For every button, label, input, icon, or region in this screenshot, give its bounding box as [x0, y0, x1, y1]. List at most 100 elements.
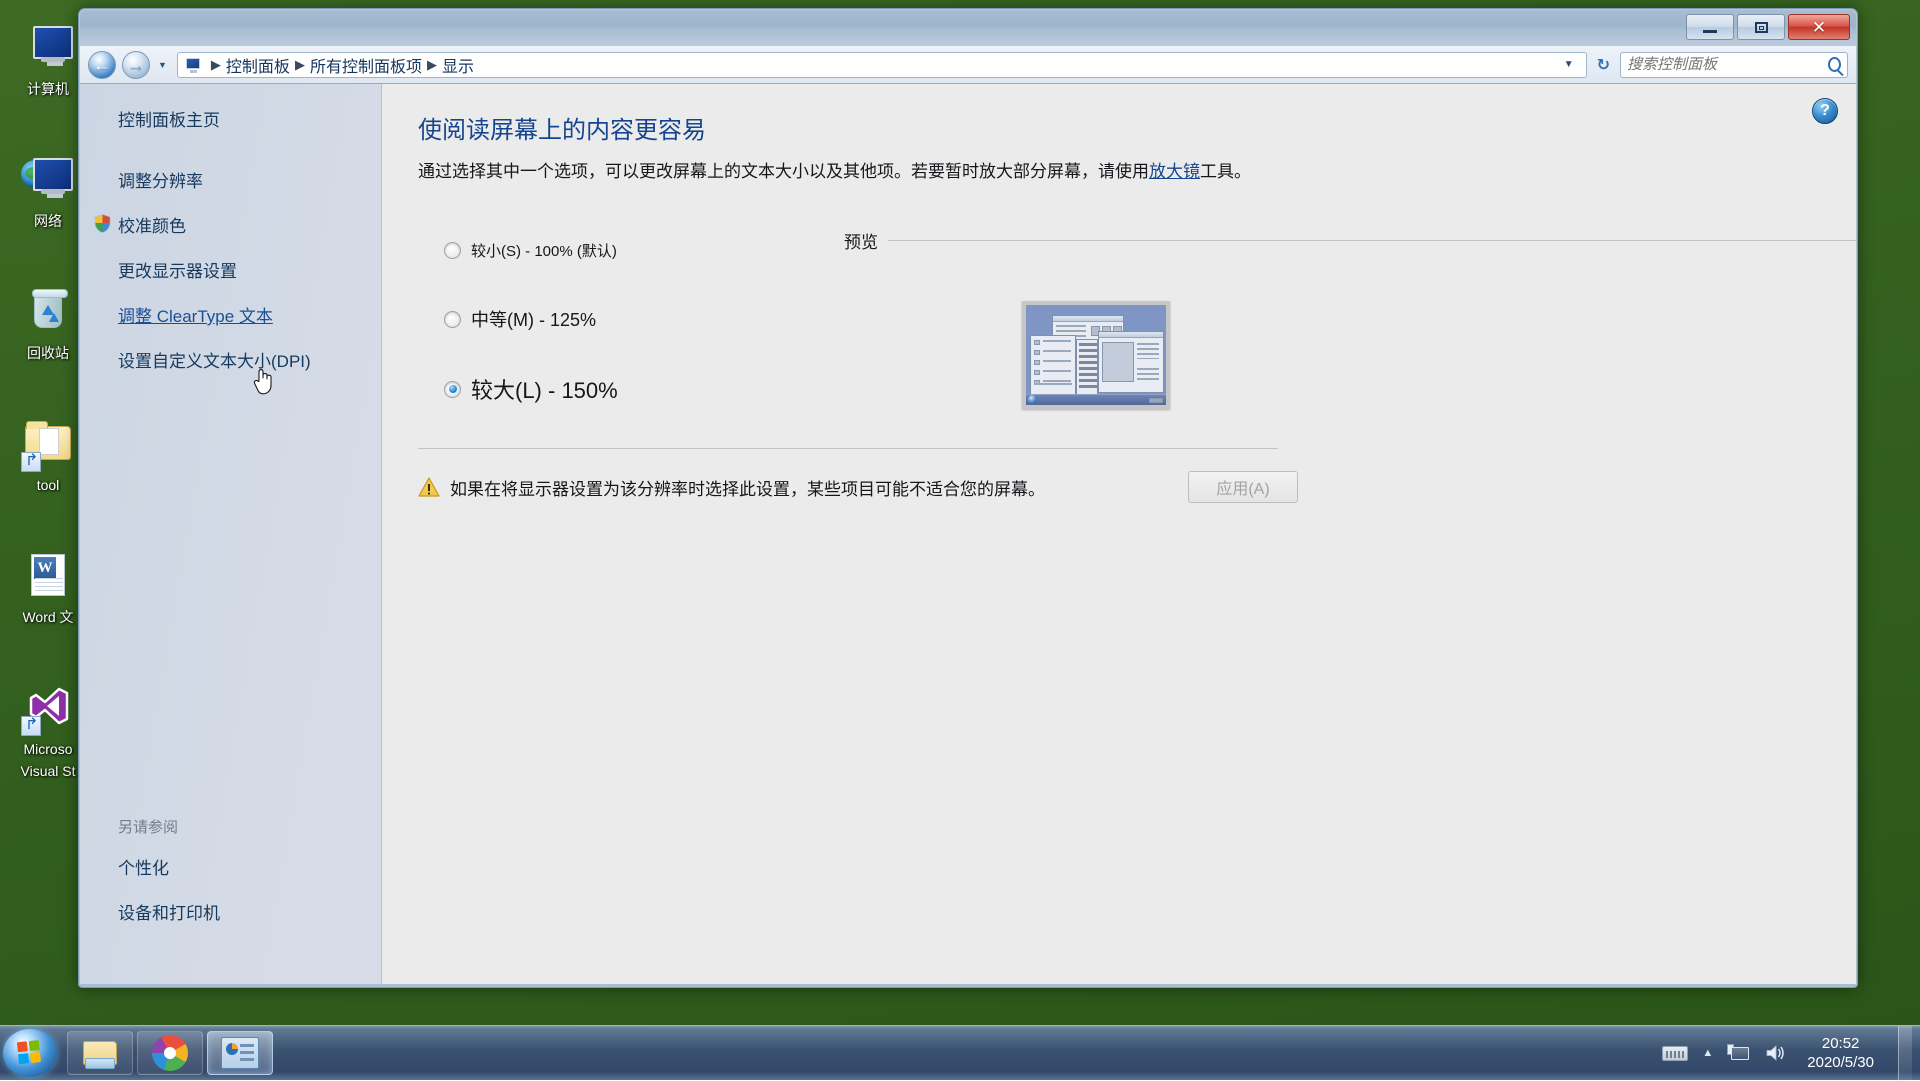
taskbar: ▲ 20:52 2020/5/30: [0, 1025, 1920, 1080]
shortcut-arrow-icon: [21, 716, 41, 736]
sidebar-item-adjust-resolution[interactable]: 调整分辨率: [80, 167, 381, 192]
radio-option-smaller[interactable]: 较小(S) - 100% (默认): [444, 228, 818, 272]
sidebar-item-calibrate-color[interactable]: 校准颜色: [80, 212, 381, 237]
description-text-part2: 工具。: [1200, 162, 1251, 181]
sidebar-item-label: 调整分辨率: [118, 172, 203, 191]
radio-label: 较小(S) - 100% (默认): [471, 240, 617, 261]
section-divider: [888, 240, 1856, 241]
page-description: 通过选择其中一个选项，可以更改屏幕上的文本大小以及其他项。若要暂时放大部分屏幕，…: [418, 158, 1278, 186]
shortcut-arrow-icon: [21, 452, 41, 472]
taskbar-button-control-panel[interactable]: [207, 1031, 273, 1075]
browser-icon: [152, 1035, 188, 1071]
radio-option-larger[interactable]: 较大(L) - 150%: [444, 366, 818, 412]
forward-button[interactable]: →: [122, 51, 150, 79]
control-panel-window: ✕ ← → ▼ ▶ 控制面板 ▶ 所有控制面板项 ▶ 显示: [78, 8, 1858, 988]
options-section: 较小(S) - 100% (默认) 中等(M) - 125% 较大(L) - 1…: [418, 228, 1856, 412]
radio-label: 较大(L) - 150%: [471, 373, 618, 405]
breadcrumb-separator-icon: ▶: [208, 57, 224, 73]
show-desktop-button[interactable]: [1898, 1026, 1912, 1081]
radio-indicator-selected: [444, 381, 461, 398]
show-hidden-icons-chevron-icon[interactable]: ▲: [1702, 1047, 1713, 1059]
preview-title: 预览: [844, 228, 878, 253]
window-body: 控制面板主页 调整分辨率 校准颜色: [80, 84, 1856, 984]
clock[interactable]: 20:52 2020/5/30: [1801, 1034, 1874, 1072]
history-dropdown-icon[interactable]: ▼: [156, 60, 169, 70]
desktop-icon-label: Word 文: [22, 609, 73, 626]
sidebar-footer: 另请参阅 个性化 设备和打印机: [80, 816, 381, 984]
breadcrumb-separator-icon: ▶: [424, 57, 440, 73]
magnifier-link[interactable]: 放大镜: [1149, 162, 1200, 181]
minimize-icon: [1703, 30, 1717, 33]
visual-studio-icon: [21, 682, 75, 736]
control-panel-icon: [184, 57, 202, 73]
sidebar-item-change-display-settings[interactable]: 更改显示器设置: [80, 257, 381, 282]
breadcrumb-item-display[interactable]: 显示: [442, 53, 474, 77]
sidebar-item-label: 更改显示器设置: [118, 262, 237, 281]
breadcrumb-dropdown-icon[interactable]: ▼: [1558, 59, 1580, 70]
sidebar-item-adjust-cleartype-text[interactable]: 调整 ClearType 文本: [80, 302, 381, 327]
sidebar-item-devices-and-printers[interactable]: 设备和打印机: [80, 899, 381, 924]
radio-indicator: [444, 311, 461, 328]
breadcrumb-item-control-panel[interactable]: 控制面板: [226, 53, 290, 77]
desktop-icon-label: tool: [37, 477, 60, 494]
desktop-background: 计算机 网络 回收站 tool W: [0, 0, 1920, 1080]
network-icon: [21, 154, 75, 208]
see-also-title: 另请参阅: [80, 816, 381, 837]
preview-header: 预览: [844, 228, 1856, 253]
section-divider: [418, 448, 1278, 449]
sidebar-item-label: 调整 ClearType 文本: [118, 307, 273, 326]
desktop-icon-label: 回收站: [27, 345, 69, 362]
dpi-radio-group: 较小(S) - 100% (默认) 中等(M) - 125% 较大(L) - 1…: [418, 228, 818, 412]
preview-section: 预览: [818, 228, 1856, 412]
back-arrow-icon: ←: [93, 56, 111, 74]
maximize-button[interactable]: [1737, 14, 1785, 40]
control-panel-icon: [221, 1037, 259, 1069]
desktop-icon-label-line2: Visual St: [21, 763, 76, 780]
navigation-bar: ← → ▼ ▶ 控制面板 ▶ 所有控制面板项 ▶ 显示 ▼ ↻: [80, 46, 1856, 84]
search-input[interactable]: [1627, 56, 1828, 73]
computer-icon: [21, 22, 75, 76]
system-tray: ▲ 20:52 2020/5/30: [1662, 1026, 1920, 1081]
desktop-icon-label: Microso: [23, 741, 72, 758]
start-button[interactable]: [3, 1029, 57, 1077]
breadcrumb-separator-icon: ▶: [292, 57, 308, 73]
shield-icon: [94, 214, 111, 233]
warning-text: 如果在将显示器设置为该分辨率时选择此设置，某些项目可能不适合您的屏幕。: [450, 475, 1166, 500]
window-controls: ✕: [1686, 14, 1850, 40]
minimize-button[interactable]: [1686, 14, 1734, 40]
page-title: 使阅读屏幕上的内容更容易: [418, 110, 1856, 145]
recycle-bin-icon: [21, 286, 75, 340]
network-icon[interactable]: [1727, 1043, 1751, 1063]
maximize-icon: [1755, 22, 1768, 33]
help-icon[interactable]: ?: [1812, 98, 1838, 124]
apply-button[interactable]: 应用(A): [1188, 471, 1298, 503]
volume-icon[interactable]: [1765, 1044, 1787, 1062]
word-document-icon: W: [21, 550, 75, 604]
taskbar-button-browser[interactable]: [137, 1031, 203, 1075]
sidebar-item-personalization[interactable]: 个性化: [80, 854, 381, 879]
taskbar-button-file-explorer[interactable]: [67, 1031, 133, 1075]
breadcrumb[interactable]: ▶ 控制面板 ▶ 所有控制面板项 ▶ 显示 ▼: [177, 52, 1587, 78]
forward-arrow-icon: →: [127, 56, 145, 74]
refresh-icon[interactable]: ↻: [1593, 55, 1614, 75]
clock-date: 2020/5/30: [1807, 1053, 1874, 1072]
radio-option-medium[interactable]: 中等(M) - 125%: [444, 297, 818, 341]
window-titlebar[interactable]: ✕: [80, 10, 1856, 46]
sidebar-item-label: 校准颜色: [118, 217, 186, 236]
breadcrumb-item-all-items[interactable]: 所有控制面板项: [310, 53, 422, 77]
sidebar-item-label: 设置自定义文本大小(DPI): [118, 352, 311, 371]
search-box[interactable]: [1620, 52, 1848, 78]
desktop-icon-label: 网络: [34, 213, 62, 230]
sidebar-item-control-panel-home[interactable]: 控制面板主页: [80, 106, 381, 131]
description-text-part1: 通过选择其中一个选项，可以更改屏幕上的文本大小以及其他项。若要暂时放大部分屏幕，…: [418, 162, 1149, 181]
search-icon: [1828, 57, 1841, 72]
close-button[interactable]: ✕: [1788, 14, 1850, 40]
folder-shortcut-icon: [21, 418, 75, 472]
content-pane: ? 使阅读屏幕上的内容更容易 通过选择其中一个选项，可以更改屏幕上的文本大小以及…: [382, 84, 1856, 984]
windows-logo-icon: [17, 1040, 43, 1066]
ime-keyboard-icon[interactable]: [1662, 1046, 1688, 1061]
back-button[interactable]: ←: [88, 51, 116, 79]
folder-icon: [81, 1037, 119, 1069]
sidebar-item-set-custom-text-size[interactable]: 设置自定义文本大小(DPI): [80, 347, 381, 372]
clock-time: 20:52: [1807, 1034, 1874, 1053]
